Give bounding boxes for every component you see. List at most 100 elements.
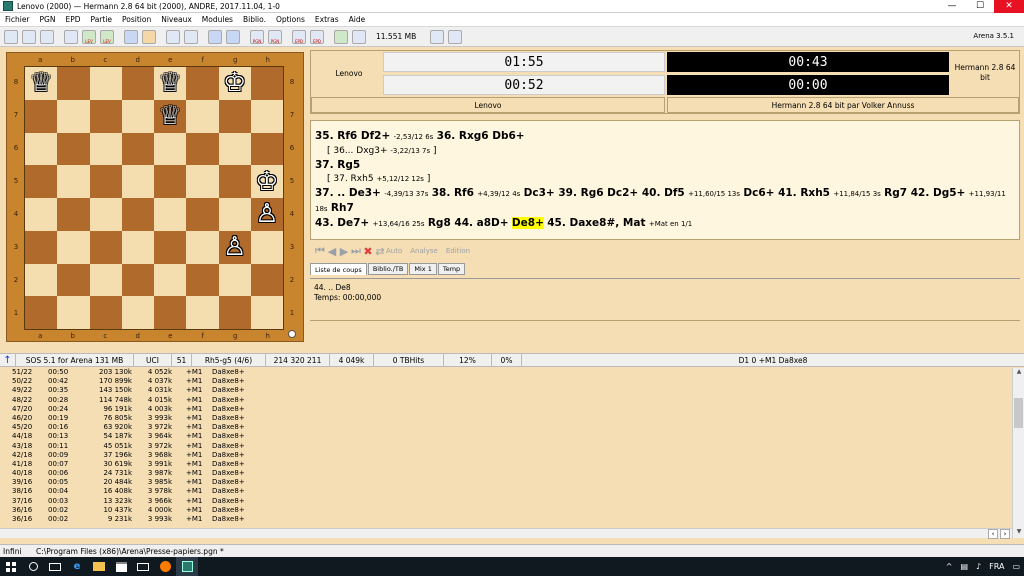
settings-icon[interactable] xyxy=(166,29,180,44)
board-square-f8[interactable] xyxy=(186,67,219,100)
epd-2-icon[interactable]: EPD xyxy=(310,29,324,44)
last-move-icon[interactable]: ⏭ xyxy=(350,244,362,257)
board-square-a5[interactable] xyxy=(25,165,58,198)
board-square-d2[interactable] xyxy=(121,263,154,297)
tray-caret-icon[interactable]: ^ xyxy=(946,562,953,571)
analysis-row[interactable]: 44/18 00:13 54 187k 3 964k +M1 Da8xe8+ xyxy=(0,432,1012,441)
move-text[interactable]: 37. .. De3+ xyxy=(315,187,381,199)
scroll-left-icon[interactable]: ‹ xyxy=(988,529,998,539)
globe-icon[interactable] xyxy=(334,29,348,44)
database-icon[interactable] xyxy=(184,29,198,44)
board-square-f6[interactable] xyxy=(186,132,219,166)
board-square-c8[interactable] xyxy=(89,67,122,100)
board-square-d1[interactable] xyxy=(121,296,154,329)
board-square-e5[interactable] xyxy=(154,165,187,198)
scroll-thumb[interactable] xyxy=(1014,398,1023,428)
volume-icon[interactable]: ♪ xyxy=(976,562,981,571)
current-move-highlight[interactable]: De8+ xyxy=(511,217,544,229)
scroll-up-icon[interactable]: ▲ xyxy=(1013,368,1024,378)
move-text[interactable]: 45. Daxe8#, Mat xyxy=(547,217,645,229)
board-square-e3[interactable] xyxy=(154,230,187,264)
analysis-row[interactable]: 38/16 00:04 16 408k 3 978k +M1 Da8xe8+ xyxy=(0,487,1012,496)
board-square-b6[interactable] xyxy=(57,132,90,166)
board-square-a4[interactable] xyxy=(25,198,58,231)
analysis-row[interactable]: 50/22 00:42 170 899k 4 037k +M1 Da8xe8+ xyxy=(0,377,1012,386)
next-move-icon[interactable]: ▶ xyxy=(338,245,350,258)
board-square-d3[interactable] xyxy=(121,230,154,264)
board-square-d7[interactable] xyxy=(121,99,154,133)
analysis-row[interactable]: 41/18 00:07 30 619k 3 991k +M1 Da8xe8+ xyxy=(0,460,1012,469)
analysis-row[interactable]: 42/18 00:09 37 196k 3 968k +M1 Da8xe8+ xyxy=(0,451,1012,460)
chess-board[interactable]: ♕ ♕ ♔ ♕ ♔ ♙ ♙ xyxy=(24,66,284,330)
pgn-icon[interactable]: PGN xyxy=(250,29,264,44)
board-square-f5[interactable] xyxy=(186,165,219,198)
analyse-button[interactable]: Analyse xyxy=(410,247,438,255)
level-2-icon[interactable]: LEV xyxy=(100,29,114,44)
board-square-c6[interactable] xyxy=(89,132,122,166)
board-square-e4[interactable] xyxy=(154,198,187,231)
board-square-h5[interactable]: ♔ xyxy=(250,165,283,198)
board-square-h7[interactable] xyxy=(250,99,283,133)
board-square-a6[interactable] xyxy=(25,132,58,166)
menu-biblio[interactable]: Biblio. xyxy=(238,15,271,24)
move-text[interactable]: Rg8 44. a8D+ xyxy=(428,217,509,229)
move-text[interactable]: 36. Rxg6 Db6+ xyxy=(437,130,525,142)
board-square-d8[interactable] xyxy=(121,67,154,100)
menu-aide[interactable]: Aide xyxy=(344,15,371,24)
board-square-g5[interactable] xyxy=(218,165,251,198)
menu-position[interactable]: Position xyxy=(117,15,156,24)
maximize-button[interactable]: ☐ xyxy=(966,0,994,13)
board-square-e2[interactable] xyxy=(154,263,187,297)
store-icon[interactable] xyxy=(110,557,132,576)
tab-move-list[interactable]: Liste de coups xyxy=(310,263,367,275)
board-square-g4[interactable] xyxy=(218,198,251,231)
board-square-h6[interactable] xyxy=(250,132,283,166)
board-square-h3[interactable] xyxy=(250,230,283,264)
board-square-c2[interactable] xyxy=(89,263,122,297)
analysis-list[interactable]: 51/22 00:50 203 130k 4 052k +M1 Da8xe8+ 50/22 0… xyxy=(0,368,1012,538)
save-icon[interactable] xyxy=(40,29,54,44)
arrow-up-icon[interactable]: ↑ xyxy=(0,354,16,366)
move-text[interactable]: Rg7 42. Dg5+ xyxy=(884,187,965,199)
board-square-b8[interactable] xyxy=(57,67,90,100)
zoom-out-icon[interactable] xyxy=(226,29,240,44)
zoom-in-icon[interactable] xyxy=(208,29,222,44)
move-text[interactable]: 37. Rg5 xyxy=(315,159,360,171)
first-move-icon[interactable]: ⏮ xyxy=(314,244,326,257)
language-indicator[interactable]: FRA xyxy=(989,562,1004,571)
notification-icon[interactable]: ▭ xyxy=(1012,562,1020,571)
board-square-d4[interactable] xyxy=(121,198,154,231)
board-square-b4[interactable] xyxy=(57,198,90,231)
board-square-f3[interactable] xyxy=(186,230,219,264)
analysis-row[interactable]: 39/16 00:05 20 484k 3 985k +M1 Da8xe8+ xyxy=(0,478,1012,487)
board-square-c3[interactable] xyxy=(89,230,122,264)
board-square-a8[interactable]: ♕ xyxy=(25,67,58,100)
board-square-h8[interactable] xyxy=(250,67,283,100)
chess-piece[interactable]: ♙ xyxy=(251,198,283,231)
move-text[interactable]: Rh7 xyxy=(331,202,354,214)
board-square-h2[interactable] xyxy=(250,263,283,297)
tab-biblio[interactable]: Biblio./TB xyxy=(367,263,409,275)
task-view-icon[interactable] xyxy=(44,557,66,576)
chess-piece[interactable]: ♙ xyxy=(219,231,251,264)
analysis-row[interactable]: 36/16 00:02 9 231k 3 993k +M1 Da8xe8+ xyxy=(0,515,1012,524)
edge-browser-icon[interactable]: e xyxy=(66,557,88,576)
move-text[interactable]: 38. Rf6 xyxy=(432,187,474,199)
board-square-g1[interactable] xyxy=(218,296,251,329)
analysis-row[interactable]: 47/20 00:24 96 191k 4 003k +M1 Da8xe8+ xyxy=(0,405,1012,414)
auto-button[interactable]: Auto xyxy=(386,247,402,255)
board-square-c7[interactable] xyxy=(89,99,122,133)
analysis-row[interactable]: 43/18 00:11 45 051k 3 972k +M1 Da8xe8+ xyxy=(0,442,1012,451)
menu-modules[interactable]: Modules xyxy=(197,15,238,24)
board-square-a2[interactable] xyxy=(25,263,58,297)
analysis-hscrollbar[interactable]: ‹ › xyxy=(0,528,1012,539)
board-square-b5[interactable] xyxy=(57,165,90,198)
move-notation[interactable]: 35. Rf6 Df2+ -2,53/12 6s 36. Rxg6 Db6+ [… xyxy=(310,120,1020,240)
board-square-g2[interactable] xyxy=(218,263,251,297)
infinite-icon[interactable] xyxy=(64,29,78,44)
board-square-b7[interactable] xyxy=(57,99,90,133)
menu-epd[interactable]: EPD xyxy=(60,15,85,24)
arena-taskbar-icon[interactable] xyxy=(176,557,198,576)
board-square-a1[interactable] xyxy=(25,296,58,329)
edition-button[interactable]: Edition xyxy=(446,247,470,255)
